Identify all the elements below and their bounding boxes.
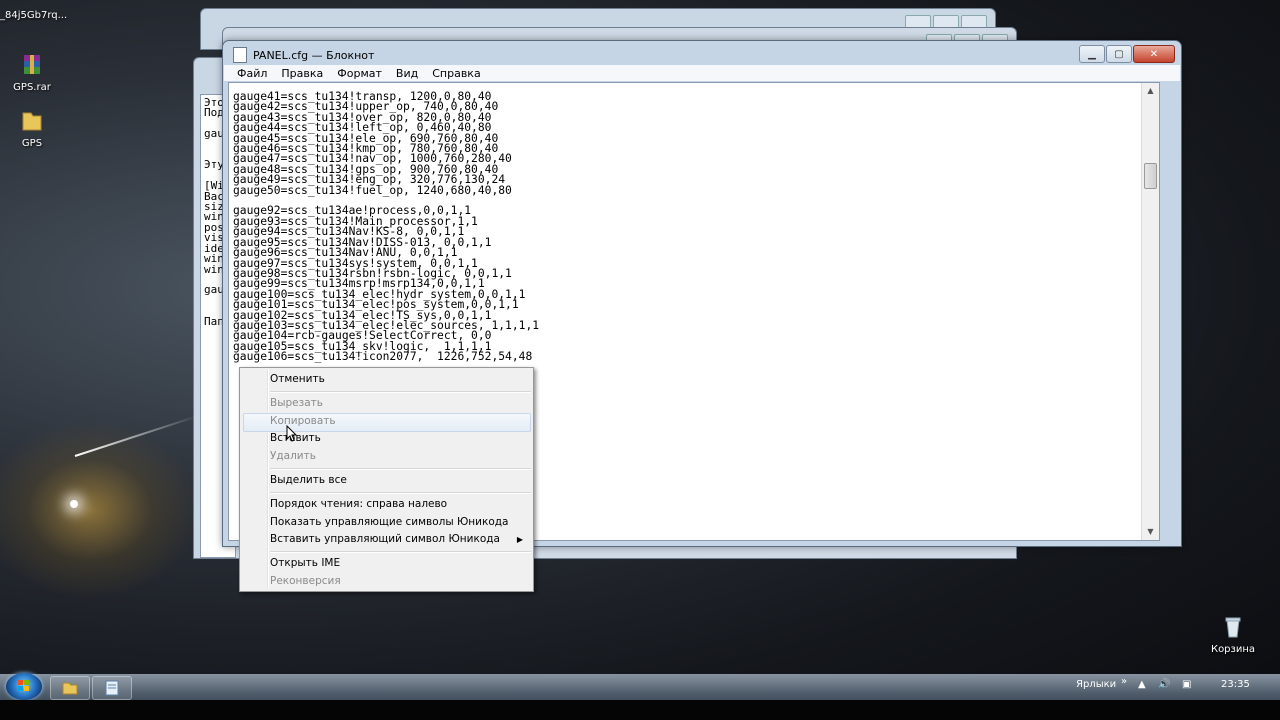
menu-item-insert-unicode-control-char[interactable]: Вставить управляющий символ Юникода [270, 531, 500, 548]
desktop-icon-gps-folder[interactable]: GPS [0, 108, 64, 149]
window-title: PANEL.cfg — Блокнот [253, 48, 375, 62]
desktop-icon-label: GPS.rar [13, 82, 51, 93]
maximize-button[interactable]: ▢ [1106, 45, 1132, 63]
menu-file[interactable]: Файл [230, 67, 274, 80]
minimize-button[interactable]: ▁ [1079, 45, 1105, 63]
scroll-down-icon[interactable]: ▼ [1142, 524, 1159, 540]
menu-separator [270, 391, 531, 393]
desktop-icon-label: _84j5Gb7rq... [0, 10, 68, 21]
recycle-bin-icon [1225, 617, 1241, 638]
menu-item-delete: Удалить [270, 450, 316, 462]
desktop-icon-file[interactable]: _84j5Gb7rq... [0, 10, 68, 21]
close-button[interactable]: ✕ [1133, 45, 1175, 63]
menu-separator [270, 551, 531, 553]
menu-item-select-all[interactable]: Выделить все [270, 472, 347, 489]
menu-bar: Файл Правка Формат Вид Справка [224, 65, 1180, 81]
submenu-arrow-icon: ▶ [516, 535, 523, 544]
folder-icon [22, 112, 42, 131]
window-controls: ▁ ▢ ✕ [1079, 45, 1175, 63]
toolbar-expand-icon[interactable]: » [1121, 676, 1127, 687]
context-menu: Отменить Вырезать Копировать Вставить Уд… [239, 367, 534, 592]
menu-item-rtl-reading-order[interactable]: Порядок чтения: справа налево [270, 496, 447, 513]
show-hidden-icons-icon[interactable]: ▲ [1138, 679, 1146, 690]
menu-item-show-unicode-control-chars[interactable]: Показать управляющие символы Юникода [270, 514, 508, 531]
scroll-up-icon[interactable]: ▲ [1142, 83, 1159, 99]
menu-item-open-ime[interactable]: Открыть IME [270, 555, 340, 572]
windows-logo-icon [18, 680, 29, 691]
menu-separator [270, 468, 531, 470]
desktop-icon-label: Корзина [1210, 644, 1256, 655]
network-icon[interactable]: ▣ [1182, 679, 1191, 690]
start-button[interactable] [6, 673, 42, 700]
mouse-pointer-icon [286, 425, 297, 442]
menu-item-cut: Вырезать [270, 397, 323, 409]
taskbar-explorer-button[interactable] [50, 676, 90, 700]
notepad-icon [105, 680, 119, 696]
menu-separator [270, 492, 531, 494]
taskbar-notepad-button[interactable] [92, 676, 132, 700]
editor-content[interactable]: gauge41=scs_tu134!transp, 1200,0,80,40 g… [233, 91, 539, 363]
menu-format[interactable]: Формат [330, 67, 389, 80]
toolbar-label[interactable]: Ярлыки [1076, 679, 1116, 690]
volume-icon[interactable]: 🔊 [1158, 679, 1170, 690]
notepad-icon [233, 47, 247, 63]
screen-bottom-bar [0, 700, 1280, 720]
winrar-archive-icon [24, 55, 40, 74]
menu-view[interactable]: Вид [389, 67, 425, 80]
menu-item-copy: Копировать [270, 415, 336, 427]
desktop-icon-recycle-bin[interactable]: Корзина [1201, 614, 1265, 655]
menu-item-undo[interactable]: Отменить [270, 371, 325, 388]
window-title-bar: PANEL.cfg — Блокнот [233, 47, 374, 63]
menu-item-reconversion: Реконверсия [270, 575, 341, 587]
desktop-icon-label: GPS [21, 138, 43, 149]
wallpaper-light-point [70, 500, 78, 508]
desktop-icon-gps-rar[interactable]: GPS.rar [0, 52, 64, 93]
clock[interactable]: 23:35 [1221, 679, 1250, 690]
folder-icon [62, 682, 78, 695]
vertical-scrollbar[interactable]: ▲ ▼ [1141, 83, 1159, 540]
menu-gutter [267, 370, 269, 589]
menu-edit[interactable]: Правка [274, 67, 330, 80]
scrollbar-thumb[interactable] [1144, 163, 1157, 189]
menu-help[interactable]: Справка [425, 67, 487, 80]
